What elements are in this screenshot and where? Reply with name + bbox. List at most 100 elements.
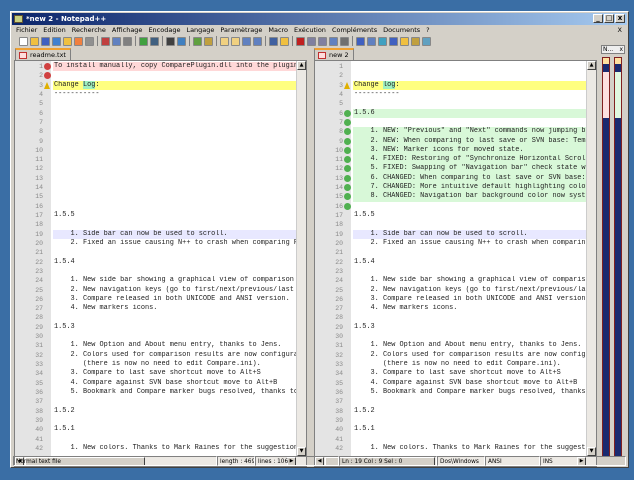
toolbar-button-icon[interactable] — [400, 36, 409, 46]
toolbar-button-icon[interactable] — [63, 36, 72, 46]
editor-line[interactable]: 30 — [315, 332, 586, 341]
editor-line[interactable]: 8 1. NEW: "Previous" and "Next" commands… — [315, 127, 586, 137]
menu-recherche[interactable]: Recherche — [72, 25, 106, 35]
editor-line[interactable]: 32 2. Colors used for comparison results… — [15, 351, 296, 360]
close-button[interactable]: x — [615, 14, 625, 23]
editor-line[interactable]: 17 1.5.5 — [315, 211, 586, 220]
editor-line[interactable]: 40 1.5.1 — [315, 425, 586, 434]
editor-line[interactable]: 39 — [315, 416, 586, 425]
menu-encodage[interactable]: Encodage — [148, 25, 180, 35]
menu-help[interactable]: ? — [426, 25, 429, 35]
toolbar-button-icon[interactable] — [166, 36, 175, 46]
editor-line[interactable]: 7 — [315, 118, 586, 127]
toolbar-button-icon[interactable] — [19, 36, 28, 46]
editor-line[interactable]: 22 1.5.4 — [315, 258, 586, 267]
menu-macro[interactable]: Macro — [268, 25, 288, 35]
menu-langage[interactable]: Langage — [186, 25, 214, 35]
toolbar-button-icon[interactable] — [318, 36, 327, 46]
editor-line[interactable]: 37 — [315, 397, 586, 406]
menu-affichage[interactable]: Affichage — [112, 25, 143, 35]
editor-line[interactable]: 23 — [315, 267, 586, 276]
toolbar-button-icon[interactable] — [269, 36, 278, 46]
maximize-button[interactable]: □ — [604, 14, 614, 23]
menu-parametrage[interactable]: Paramètrage — [220, 25, 262, 35]
editor-line[interactable]: 11 — [15, 155, 296, 164]
editor-line[interactable]: 41 — [15, 435, 296, 444]
toolbar-button-icon[interactable] — [101, 36, 110, 46]
editor-line[interactable]: 40 1.5.1 — [15, 425, 296, 434]
editor-line[interactable]: 13 6. CHANGED: When comparing to last sa… — [315, 173, 586, 184]
editor-line[interactable]: 14 7. CHANGED: More intuitive default hi… — [315, 183, 586, 193]
editor-line[interactable]: 32 2. Colors used for comparison results… — [315, 351, 586, 360]
editor-line[interactable]: 6 — [15, 109, 296, 118]
nav-column-left[interactable] — [602, 57, 610, 457]
editor-line[interactable]: 17 1.5.5 — [15, 211, 296, 220]
menu-fichier[interactable]: Fichier — [16, 25, 37, 35]
toolbar-button-icon[interactable] — [123, 36, 132, 46]
toolbar-button-icon[interactable] — [193, 36, 202, 46]
toolbar-button-icon[interactable] — [329, 36, 338, 46]
editor-line[interactable]: 2 — [15, 71, 296, 80]
editor-line[interactable]: 42 1. New colors. Thanks to Mark Raines … — [15, 444, 296, 453]
editor-line[interactable]: 11 4. FIXED: Restoring of "Synchronize H… — [315, 155, 586, 165]
toolbar-button-icon[interactable] — [422, 36, 431, 46]
editor-line[interactable]: 29 1.5.3 — [315, 323, 586, 332]
editor-line[interactable]: 10 — [15, 146, 296, 155]
toolbar-button-icon[interactable] — [231, 36, 240, 46]
toolbar-button-icon[interactable] — [150, 36, 159, 46]
left-editor[interactable]: 1 To install manually, copy ComparePlugin… — [14, 60, 307, 467]
editor-line[interactable]: 19 1. Side bar can now be used to scroll… — [315, 229, 586, 239]
editor-line[interactable]: 37 — [15, 397, 296, 406]
editor-line[interactable]: 2 — [315, 71, 586, 80]
navigation-bar[interactable]: N... x — [600, 45, 627, 457]
editor-line[interactable]: 39 — [15, 416, 296, 425]
menu-execution[interactable]: Exécution — [294, 25, 326, 35]
right-editor[interactable]: 1 2 3 Change log: 4 ----------- 5 6 1.5.6 7 8 1. N… — [314, 60, 597, 467]
toolbar-button-icon[interactable] — [411, 36, 420, 46]
toolbar-button-icon[interactable] — [85, 36, 94, 46]
editor-line[interactable]: 18 — [15, 220, 296, 229]
editor-line[interactable]: 23 — [15, 267, 296, 276]
toolbar-button-icon[interactable] — [340, 36, 349, 46]
editor-line[interactable]: 10 3. NEW: Marker icons for moved state. — [315, 145, 586, 156]
editor-line[interactable]: 30 — [15, 332, 296, 341]
toolbar-button-icon[interactable] — [389, 36, 398, 46]
toolbar-button-icon[interactable] — [280, 36, 289, 46]
editor-line[interactable]: 38 1.5.2 — [15, 407, 296, 416]
editor-line[interactable]: 9 — [15, 137, 296, 146]
editor-line[interactable]: 34 3. Compare to last save shortcut move… — [15, 369, 296, 378]
editor-line[interactable]: 35 4. Compare against SVN base shortcut … — [15, 379, 296, 388]
toolbar-button-icon[interactable] — [307, 36, 316, 46]
menu-complements[interactable]: Compléments — [332, 25, 377, 35]
editor-line[interactable]: 12 — [15, 164, 296, 173]
nav-close-button[interactable]: x — [619, 46, 623, 54]
editor-line[interactable]: 15 — [15, 192, 296, 201]
editor-line[interactable]: 3 Change log: — [315, 80, 586, 90]
vertical-scrollbar[interactable]: ▲ ▼ — [586, 61, 596, 456]
editor-line[interactable]: 12 5. FIXED: Swapping of "Navigation bar… — [315, 164, 586, 174]
editor-line[interactable]: 18 — [315, 220, 586, 229]
editor-line[interactable]: 33 (there is now no need to edit Compare… — [15, 360, 296, 369]
toolbar-button-icon[interactable] — [41, 36, 50, 46]
toolbar-button-icon[interactable] — [139, 36, 148, 46]
editor-line[interactable]: 21 — [15, 248, 296, 257]
editor-line[interactable]: 34 3. Compare to last save shortcut move… — [315, 369, 586, 378]
editor-line[interactable]: 31 1. New Option and About menu entry, t… — [315, 341, 586, 350]
editor-line[interactable]: 1 — [315, 62, 586, 71]
editor-line[interactable]: 16 — [315, 202, 586, 211]
toolbar-button-icon[interactable] — [112, 36, 121, 46]
toolbar-button-icon[interactable] — [220, 36, 229, 46]
toolbar-button-icon[interactable] — [356, 36, 365, 46]
tab-readme[interactable]: readme.txt — [15, 48, 71, 60]
editor-line[interactable]: 27 4. New markers icons. — [15, 304, 296, 313]
editor-line[interactable]: 15 8. CHANGED: Navigation bar background… — [315, 192, 586, 202]
editor-line[interactable]: 28 — [315, 313, 586, 322]
toolbar-button-icon[interactable] — [204, 36, 213, 46]
toolbar-button-icon[interactable] — [378, 36, 387, 46]
editor-line[interactable]: 20 2. Fixed an issue causing N++ to cras… — [315, 239, 586, 248]
editor-line[interactable]: 3 Change Log: — [15, 80, 296, 90]
editor-line[interactable]: 4 ----------- — [315, 90, 586, 99]
toolbar-button-icon[interactable] — [296, 36, 305, 46]
editor-line[interactable]: 26 3. Compare released in both UNICODE a… — [315, 295, 586, 304]
editor-line[interactable]: 26 3. Compare released in both UNICODE a… — [15, 295, 296, 304]
